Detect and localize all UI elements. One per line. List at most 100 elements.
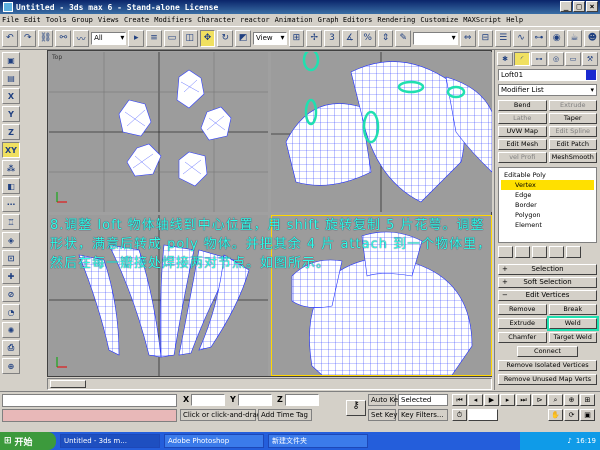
extrude-modifier-button[interactable]: Extrude <box>548 100 597 111</box>
edit-spline-button[interactable]: Edit Spline <box>548 126 597 137</box>
viewport-front[interactable] <box>271 52 492 212</box>
stack-item-vertex[interactable]: Vertex <box>501 180 594 190</box>
menu-tools[interactable]: Tools <box>46 16 67 24</box>
break-button[interactable]: Break <box>548 304 597 315</box>
time-slider[interactable] <box>47 378 492 390</box>
menu-create[interactable]: Create <box>124 16 149 24</box>
key-selection-dropdown[interactable]: Selected <box>398 394 448 406</box>
modifier-list-dropdown[interactable]: Modifier List <box>498 84 597 96</box>
minimize-button[interactable]: _ <box>560 1 572 12</box>
menu-views[interactable]: Views <box>98 16 119 24</box>
menu-character[interactable]: Character <box>197 16 235 24</box>
key-mode-icon[interactable]: ⊳ <box>532 394 547 406</box>
named-selection-icon[interactable]: ✎ <box>395 29 412 47</box>
viewport-perspective[interactable] <box>271 215 492 376</box>
tape-icon[interactable]: ⊘ <box>2 286 20 302</box>
rect-selection-icon[interactable]: ▭ <box>163 29 180 47</box>
zoom-extents-icon[interactable]: ⊞ <box>580 394 595 406</box>
edit-mesh-button[interactable]: Edit Mesh <box>498 139 547 150</box>
pan-icon[interactable]: ✋ <box>548 409 563 421</box>
layers-icon[interactable]: ◈ <box>2 232 20 248</box>
material-editor-icon[interactable]: ◉ <box>548 29 565 47</box>
stack-item-edge[interactable]: Edge <box>501 190 594 200</box>
taper-button[interactable]: Taper <box>548 113 597 124</box>
manipulate-icon[interactable]: ✢ <box>306 29 323 47</box>
dummy-icon[interactable]: ⊡ <box>2 250 20 266</box>
close-button[interactable]: × <box>586 1 598 12</box>
select-link-icon[interactable]: ⛓ <box>37 29 54 47</box>
maximize-viewport-icon[interactable]: ▣ <box>580 409 595 421</box>
current-frame-field[interactable] <box>468 409 498 421</box>
menu-animation[interactable]: Animation <box>275 16 313 24</box>
redo-icon[interactable]: ↷ <box>19 29 36 47</box>
viewport-top[interactable]: Top <box>49 52 268 212</box>
maxscript-listener-input[interactable] <box>2 394 177 407</box>
quick-render-icon[interactable]: ☻ <box>584 29 600 47</box>
target-weld-button[interactable]: Target Weld <box>548 332 597 343</box>
object-color-swatch[interactable] <box>586 70 596 80</box>
display-tab-icon[interactable]: ▭ <box>565 52 581 66</box>
task-new-folder[interactable]: 新建文件夹 <box>268 434 368 448</box>
pivot-center-icon[interactable]: ⊞ <box>288 29 305 47</box>
make-unique-icon[interactable] <box>532 246 547 258</box>
x-coord-field[interactable] <box>191 394 225 406</box>
maximize-button[interactable]: □ <box>573 1 585 12</box>
time-config-icon[interactable]: ⏱ <box>452 409 467 421</box>
goto-end-icon[interactable]: ⏭ <box>516 394 531 406</box>
named-selection-sets-dropdown[interactable] <box>413 31 458 45</box>
bend-button[interactable]: Bend <box>498 100 547 111</box>
menu-reactor[interactable]: reactor <box>240 16 270 24</box>
axis-z-button[interactable]: Z <box>2 124 20 140</box>
remove-isolated-vertices-button[interactable]: Remove Isolated Vertices <box>498 360 597 371</box>
create-tab-icon[interactable]: ✱ <box>497 52 513 66</box>
prev-frame-icon[interactable]: ◂ <box>468 394 483 406</box>
add-time-tag-button[interactable]: Add Time Tag <box>258 409 312 421</box>
layer-manager-icon[interactable]: ☰ <box>495 29 512 47</box>
time-slider-thumb[interactable] <box>50 380 86 388</box>
percent-snap-icon[interactable]: % <box>359 29 376 47</box>
window-crossing-icon[interactable]: ◫ <box>181 29 198 47</box>
viewport-left[interactable] <box>49 215 268 376</box>
bevel-profile-button[interactable]: vel Profi <box>498 152 547 163</box>
lathe-button[interactable]: Lathe <box>498 113 547 124</box>
extrude-button[interactable]: Extrude <box>498 318 547 329</box>
stack-item-border[interactable]: Border <box>501 200 594 210</box>
axis-xy-button[interactable]: XY <box>2 142 20 158</box>
stack-item-editable-poly[interactable]: Editable Poly <box>501 170 594 180</box>
hierarchy-icon[interactable]: ♖ <box>2 214 20 230</box>
y-coord-field[interactable] <box>238 394 272 406</box>
set-key-button[interactable]: Set Key <box>368 409 397 421</box>
task-photoshop[interactable]: Adobe Photoshop <box>164 434 264 448</box>
select-object-icon[interactable]: ▸ <box>128 29 145 47</box>
zoom-icon[interactable]: ⌕ <box>548 394 563 406</box>
key-icon[interactable]: ⚷ <box>346 400 366 416</box>
bind-space-warp-icon[interactable]: 〰 <box>73 29 90 47</box>
menu-file[interactable]: File <box>2 16 19 24</box>
pin-stack-icon[interactable] <box>498 246 513 258</box>
select-move-icon[interactable]: ✥ <box>199 29 216 47</box>
uvw-map-button[interactable]: UVW Map <box>498 126 547 137</box>
camera-icon[interactable]: ⎙ <box>2 340 20 356</box>
undo-icon[interactable]: ↶ <box>2 29 18 47</box>
utilities-tab-icon[interactable]: ⚒ <box>582 52 598 66</box>
mirror-icon[interactable]: ⇔ <box>459 29 476 47</box>
unlink-icon[interactable]: ⚯ <box>55 29 72 47</box>
select-by-name-icon[interactable]: ≡ <box>146 29 162 47</box>
soft-selection-rollout[interactable]: + Soft Selection <box>498 277 597 288</box>
point-icon[interactable]: ✚ <box>2 268 20 284</box>
menu-rendering[interactable]: Rendering <box>377 16 415 24</box>
edit-vertices-rollout[interactable]: − Edit Vertices <box>498 290 597 301</box>
hierarchy-tab-icon[interactable]: ⊶ <box>531 52 547 66</box>
motion-tab-icon[interactable]: ◎ <box>548 52 564 66</box>
axis-y-button[interactable]: Y <box>2 106 20 122</box>
menu-customize[interactable]: Customize <box>420 16 458 24</box>
selection-filter-dropdown[interactable]: All <box>91 31 127 45</box>
axis-x-button[interactable]: X <box>2 88 20 104</box>
menu-maxscript[interactable]: MAXScript <box>463 16 501 24</box>
reactor-cloth-icon[interactable]: ▤ <box>2 70 20 86</box>
configure-sets-icon[interactable] <box>566 246 581 258</box>
volume-icon[interactable]: ♪ <box>567 437 571 445</box>
modify-tab-icon[interactable]: ◜ <box>514 52 530 66</box>
meshsmooth-button[interactable]: MeshSmooth <box>548 152 597 163</box>
reactor-rigid-body-icon[interactable]: ▣ <box>2 52 20 68</box>
